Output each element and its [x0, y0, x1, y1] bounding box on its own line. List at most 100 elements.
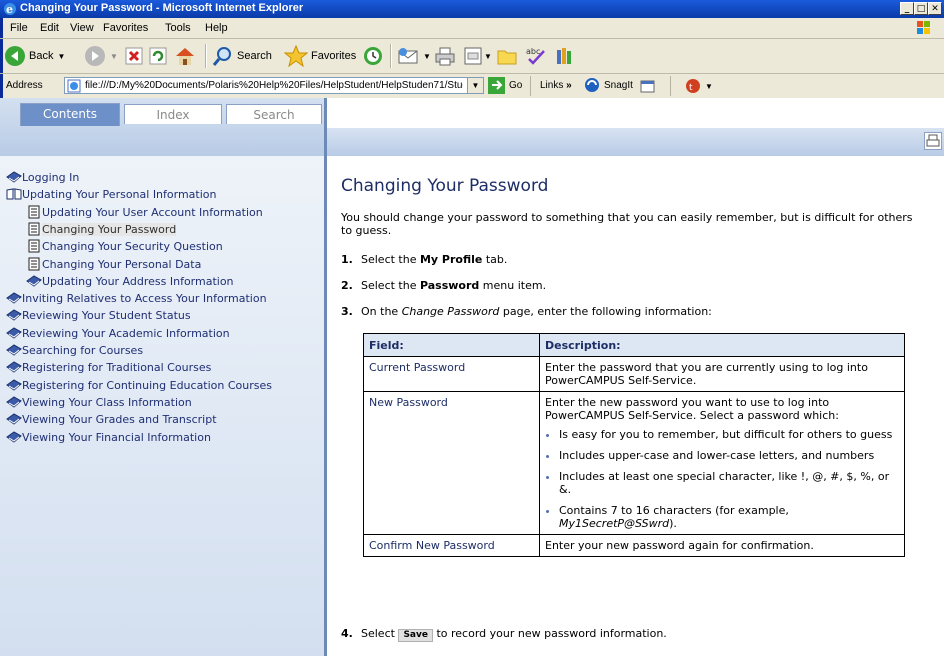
mail-icon [398, 48, 418, 64]
maximize-button[interactable]: □ [914, 2, 928, 15]
toc-item-label: Viewing Your Class Information [22, 396, 192, 409]
list-item: Includes upper-case and lower-case lette… [559, 449, 899, 462]
history-button[interactable] [362, 43, 384, 69]
toc-item[interactable]: Viewing Your Grades and Transcript [6, 412, 217, 427]
stop-button[interactable] [124, 43, 144, 69]
book-icon [6, 395, 22, 409]
password-example: My1SecretP@SSwrd [559, 517, 670, 530]
menu-file[interactable]: File [10, 22, 28, 34]
toc-item-label: Updating Your User Account Information [42, 206, 263, 219]
tab-search[interactable]: Search [226, 104, 322, 124]
edit-page-icon [464, 47, 482, 65]
browser-content: Contents Index Search Logging In Updating… [0, 98, 944, 656]
forward-button[interactable]: ▼ [84, 43, 118, 69]
capture-window-icon[interactable] [640, 78, 656, 94]
search-label: Search [237, 50, 272, 62]
printer-icon [435, 47, 455, 66]
print-button[interactable] [434, 43, 456, 69]
links-label: Links [540, 80, 564, 91]
favorites-label: Favorites [311, 50, 357, 62]
toc-item[interactable]: Logging In [6, 170, 79, 185]
browser-window: e Changing Your Password - Microsoft Int… [0, 0, 944, 656]
field-description: Enter the password that you are currentl… [539, 356, 905, 392]
search-icon [212, 47, 231, 66]
open-book-icon [6, 187, 22, 201]
tab-contents[interactable]: Contents [20, 103, 120, 126]
svg-text:t: t [689, 83, 693, 93]
step-number: 3. [341, 305, 353, 318]
field-description-text: Enter the new password you want to use t… [545, 396, 839, 422]
minimize-button[interactable]: _ [900, 2, 914, 15]
spellcheck-button[interactable]: abc [524, 43, 548, 69]
tab-index[interactable]: Index [124, 104, 222, 124]
favorites-star-icon [284, 45, 308, 67]
step-text: to record your new password information. [432, 627, 667, 640]
menu-tools[interactable]: Tools [165, 22, 191, 34]
folder-button[interactable] [496, 43, 518, 69]
address-dropdown-button[interactable]: ▼ [467, 78, 483, 93]
list-item-text: ). [669, 517, 677, 530]
menu-edit[interactable]: Edit [40, 22, 59, 34]
menu-help[interactable]: Help [205, 22, 228, 34]
toc-item[interactable]: Viewing Your Class Information [6, 395, 192, 410]
toc-item[interactable]: Searching for Courses [6, 343, 143, 358]
book-icon [26, 274, 42, 288]
toc-item-label: Logging In [22, 171, 80, 184]
toc-item[interactable]: Updating Your Address Information [26, 274, 234, 289]
print-topic-button[interactable] [924, 132, 942, 150]
field-description: Enter your new password again for confir… [539, 534, 905, 557]
toc-item-label: Registering for Continuing Education Cou… [22, 379, 273, 392]
page-icon [26, 205, 42, 219]
history-icon [364, 47, 382, 65]
go-button[interactable]: Go [488, 77, 522, 94]
search-button[interactable]: Search [212, 43, 272, 69]
toc-item[interactable]: Inviting Relatives to Access Your Inform… [6, 291, 267, 306]
toc-item[interactable]: Registering for Continuing Education Cou… [6, 378, 272, 393]
table-header: Field: [363, 333, 540, 357]
back-label: Back [29, 50, 54, 62]
go-label: Go [509, 80, 523, 91]
home-button[interactable] [174, 43, 196, 69]
book-icon [6, 308, 22, 322]
page-icon [26, 222, 42, 236]
toc-item[interactable]: Reviewing Your Student Status [6, 308, 191, 323]
field-description-table: Field: Description: Current Password Ent… [363, 333, 905, 557]
close-button[interactable]: ✕ [928, 2, 942, 15]
table-row: Current Password Enter the password that… [363, 356, 905, 392]
snagit-icon [585, 78, 599, 92]
menu-view[interactable]: View [70, 22, 94, 34]
menu-favorites[interactable]: Favorites [103, 22, 148, 34]
translate-icon: t [686, 79, 700, 93]
refresh-button[interactable] [148, 43, 168, 69]
address-label: Address [6, 80, 43, 91]
toc-item[interactable]: Changing Your Security Question [26, 239, 223, 254]
toolbar-separator [205, 44, 207, 68]
snagit-button[interactable]: SnagIt [584, 77, 633, 93]
translate-button[interactable]: t ▼ [684, 78, 713, 94]
mail-button[interactable]: ▼ [397, 43, 431, 69]
spellcheck-icon: abc [526, 47, 545, 65]
address-input[interactable]: file:///D:/My%20Documents/Polaris%20Help… [64, 77, 484, 94]
title-bar[interactable]: e Changing Your Password - Microsoft Int… [0, 0, 944, 18]
toc-item[interactable]: Viewing Your Financial Information [6, 430, 211, 445]
edit-button[interactable]: ▼ [462, 43, 492, 69]
favorites-button[interactable]: Favorites [284, 43, 356, 69]
toc-item-label: Changing Your Password [42, 223, 177, 236]
toc-item[interactable]: Registering for Traditional Courses [6, 360, 211, 375]
toc-item[interactable]: Changing Your Password [26, 222, 177, 237]
book-icon [6, 430, 22, 444]
stop-icon [125, 47, 143, 65]
toc-item-label: Searching for Courses [22, 344, 144, 357]
list-item: Includes at least one special character,… [559, 470, 899, 496]
back-button[interactable]: Back ▼ [4, 43, 65, 69]
toc-item[interactable]: Changing Your Personal Data [26, 257, 201, 272]
field-description: Enter the new password you want to use t… [539, 391, 905, 535]
step-emphasis: My Profile [419, 253, 483, 266]
toc-item[interactable]: Updating Your Personal Information [6, 187, 217, 202]
intro-paragraph: You should change your password to somet… [341, 211, 913, 237]
toc-item[interactable]: Reviewing Your Academic Information [6, 326, 230, 341]
toc-item[interactable]: Updating Your User Account Information [26, 205, 263, 220]
links-button[interactable]: Links » [540, 80, 572, 91]
book-icon [6, 326, 22, 340]
research-button[interactable] [554, 43, 576, 69]
